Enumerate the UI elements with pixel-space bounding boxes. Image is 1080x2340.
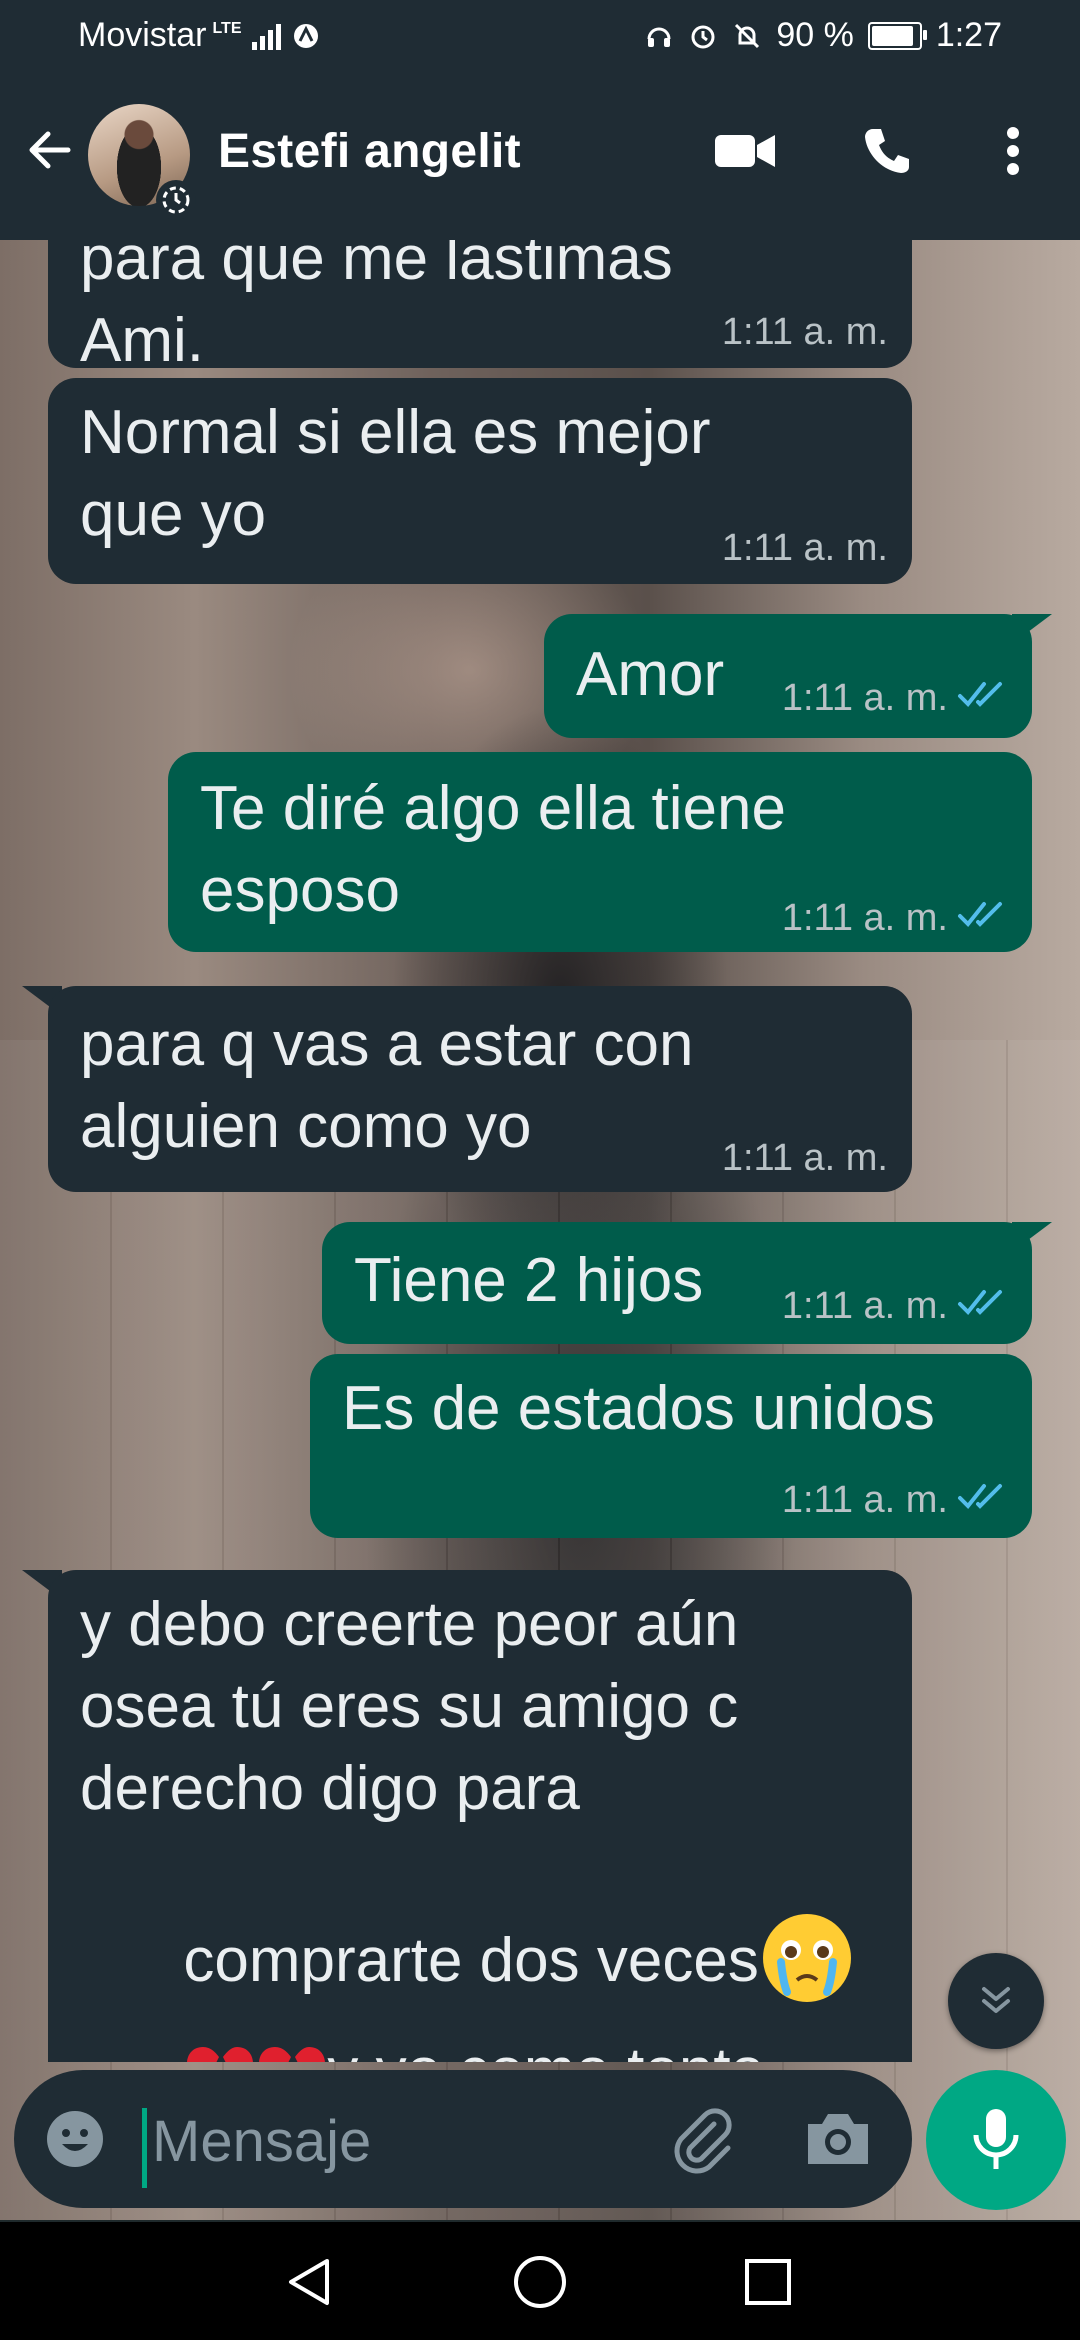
camera-icon[interactable]	[804, 2108, 872, 2170]
message-text: y yo como tonta	[80, 1948, 765, 2062]
status-ring-icon	[156, 180, 196, 220]
message-outgoing[interactable]: Tiene 2 hijos 1:11 a. m.	[322, 1222, 1032, 1344]
read-receipt-icon	[958, 1484, 1002, 1509]
status-left: Movistar LTE	[78, 16, 321, 55]
back-triangle-icon[interactable]	[278, 2250, 342, 2314]
message-text: Amor	[576, 640, 725, 709]
battery-percent: 90 %	[776, 16, 854, 54]
chat-messages[interactable]: para que me lastimas Ami. 1:11 a. m. Nor…	[0, 240, 1080, 2062]
attach-icon[interactable]	[668, 2106, 738, 2176]
message-time: 1:11 a. m.	[721, 311, 888, 353]
clock: 1:27	[935, 16, 1002, 54]
voice-call-icon[interactable]	[852, 116, 922, 186]
message-time: 1:11 a. m.	[781, 897, 948, 939]
message-time: 1:11 a. m.	[721, 527, 888, 569]
message-time: 1:11 a. m.	[781, 677, 948, 719]
message-incoming[interactable]: para q vas a estar con alguien como yo 1…	[48, 986, 912, 1192]
message-text: para que me lastimas Ami.	[80, 240, 673, 375]
message-time: 1:11 a. m.	[721, 1137, 888, 1179]
message-outgoing[interactable]: Es de estados unidos 1:11 a. m.	[310, 1354, 1032, 1538]
status-bar: Movistar LTE 90 % 1:27	[0, 0, 1080, 72]
message-text: y yo como tonta	[327, 2036, 765, 2062]
mute-notification-icon	[735, 23, 760, 48]
system-nav-bar	[0, 2222, 1080, 2340]
message-text: Tiene 2 hijos	[354, 1246, 704, 1315]
double-chevron-down-icon	[982, 1987, 1010, 2013]
contact-name[interactable]: Estefi angelit	[218, 124, 521, 179]
video-call-icon[interactable]	[710, 116, 780, 186]
headset-icon	[647, 27, 671, 47]
message-text: osea tú eres su amigo c	[80, 1672, 739, 1741]
message-text: Normal si ella es mejor que yo	[80, 398, 711, 549]
broken-heart-emoji-icon	[259, 2046, 326, 2062]
battery-icon	[867, 21, 927, 50]
home-circle-icon[interactable]	[508, 2250, 572, 2314]
message-text: Es de estados unidos	[342, 1374, 935, 1443]
message-incoming[interactable]: y debo creerte peor aún osea tú eres su …	[48, 1570, 912, 2062]
scroll-to-bottom-button[interactable]	[948, 1953, 1044, 2049]
network-label: LTE	[212, 19, 242, 37]
mic-button[interactable]	[926, 2070, 1066, 2210]
status-right: 90 % 1:27	[644, 16, 1002, 55]
read-receipt-icon	[958, 1290, 1002, 1315]
mic-icon	[973, 2109, 1019, 2169]
alarm-icon	[691, 25, 715, 48]
back-arrow-icon[interactable]	[22, 122, 78, 178]
message-outgoing[interactable]: Te diré algo ella tiene esposo 1:11 a. m…	[168, 752, 1032, 952]
message-incoming[interactable]: Normal si ella es mejor que yo 1:11 a. m…	[48, 378, 912, 584]
chat-header: Estefi angelit	[0, 72, 1080, 240]
more-options-icon[interactable]	[978, 116, 1048, 186]
carrier-label: Movistar	[78, 16, 207, 54]
recents-square-icon[interactable]	[736, 2250, 800, 2314]
read-receipt-icon	[958, 902, 1002, 927]
message-time: 1:11 a. m.	[781, 1479, 948, 1521]
broken-heart-emoji-icon	[187, 2046, 254, 2062]
nfc-icon	[293, 23, 318, 48]
crying-face-emoji-icon	[762, 1913, 851, 2002]
message-text: derecho digo para	[80, 1754, 580, 1823]
emoji-icon[interactable]	[44, 2108, 106, 2170]
message-text: Te diré algo ella tiene esposo	[200, 774, 786, 925]
message-text: y debo creerte peor aún	[80, 1590, 739, 1659]
message-outgoing[interactable]: Amor 1:11 a. m.	[544, 614, 1032, 738]
text-caret	[142, 2108, 147, 2188]
signal-icon	[251, 22, 281, 50]
message-text: para q vas a estar con alguien como yo	[80, 1010, 694, 1161]
message-time: 1:11 a. m.	[781, 1285, 948, 1327]
message-composer	[14, 2070, 912, 2208]
read-receipt-icon	[958, 682, 1002, 707]
message-input[interactable]	[150, 2102, 674, 2180]
message-incoming[interactable]: para que me lastimas Ami. 1:11 a. m.	[48, 240, 912, 375]
